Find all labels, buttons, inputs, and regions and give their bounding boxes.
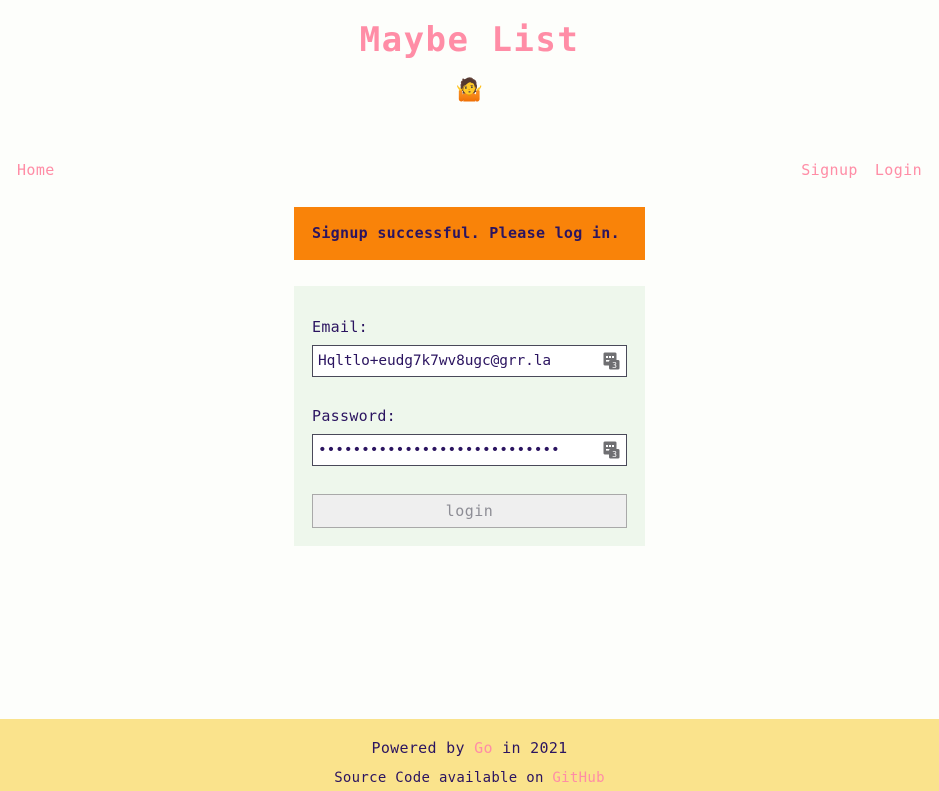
svg-text:3: 3 bbox=[612, 450, 617, 459]
svg-text:3: 3 bbox=[612, 361, 617, 370]
password-input-wrap: 3 bbox=[312, 434, 627, 466]
email-input[interactable] bbox=[312, 345, 627, 377]
site-footer: Powered by Go in 2021 Source Code availa… bbox=[0, 719, 939, 791]
footer-link-github[interactable]: GitHub bbox=[552, 770, 604, 786]
footer-powered-by-line: Powered by Go in 2021 bbox=[0, 737, 939, 759]
field-spacer bbox=[312, 383, 627, 405]
password-label: Password: bbox=[312, 407, 396, 425]
password-input[interactable] bbox=[312, 434, 627, 466]
footer-powered-by-prefix: Powered by bbox=[371, 739, 475, 757]
nav-right-group: Signup Login bbox=[801, 159, 922, 181]
footer-source-code-line: Source Code available on GitHub bbox=[0, 767, 939, 789]
email-label: Email: bbox=[312, 318, 368, 336]
password-manager-icon[interactable]: 3 bbox=[603, 441, 620, 459]
email-input-wrap: 3 bbox=[312, 345, 627, 377]
password-field-group: Password: 3 bbox=[312, 405, 627, 466]
footer-powered-by-suffix: in 2021 bbox=[492, 739, 568, 757]
page-title: Maybe List bbox=[359, 20, 580, 60]
email-field-group: Email: 3 bbox=[312, 316, 627, 377]
main-content: Signup successful. Please log in. Email:… bbox=[294, 207, 645, 546]
login-form: Email: 3 Password: bbox=[294, 286, 645, 546]
nav-link-signup[interactable]: Signup bbox=[801, 159, 858, 181]
footer-source-code-prefix: Source Code available on bbox=[334, 770, 553, 786]
status-banner: Signup successful. Please log in. bbox=[294, 207, 645, 260]
main-navigation: Home Signup Login bbox=[0, 158, 939, 182]
person-shrugging-emoji: 🤷 bbox=[455, 78, 484, 103]
nav-link-login[interactable]: Login bbox=[875, 159, 922, 181]
nav-left-group: Home bbox=[17, 159, 55, 181]
nav-link-home[interactable]: Home bbox=[17, 159, 55, 181]
footer-link-go[interactable]: Go bbox=[474, 739, 493, 757]
site-header: Maybe List 🤷 bbox=[0, 0, 939, 106]
password-manager-icon[interactable]: 3 bbox=[603, 352, 620, 370]
status-banner-text: Signup successful. Please log in. bbox=[312, 224, 620, 242]
login-submit-button[interactable]: login bbox=[312, 494, 627, 528]
